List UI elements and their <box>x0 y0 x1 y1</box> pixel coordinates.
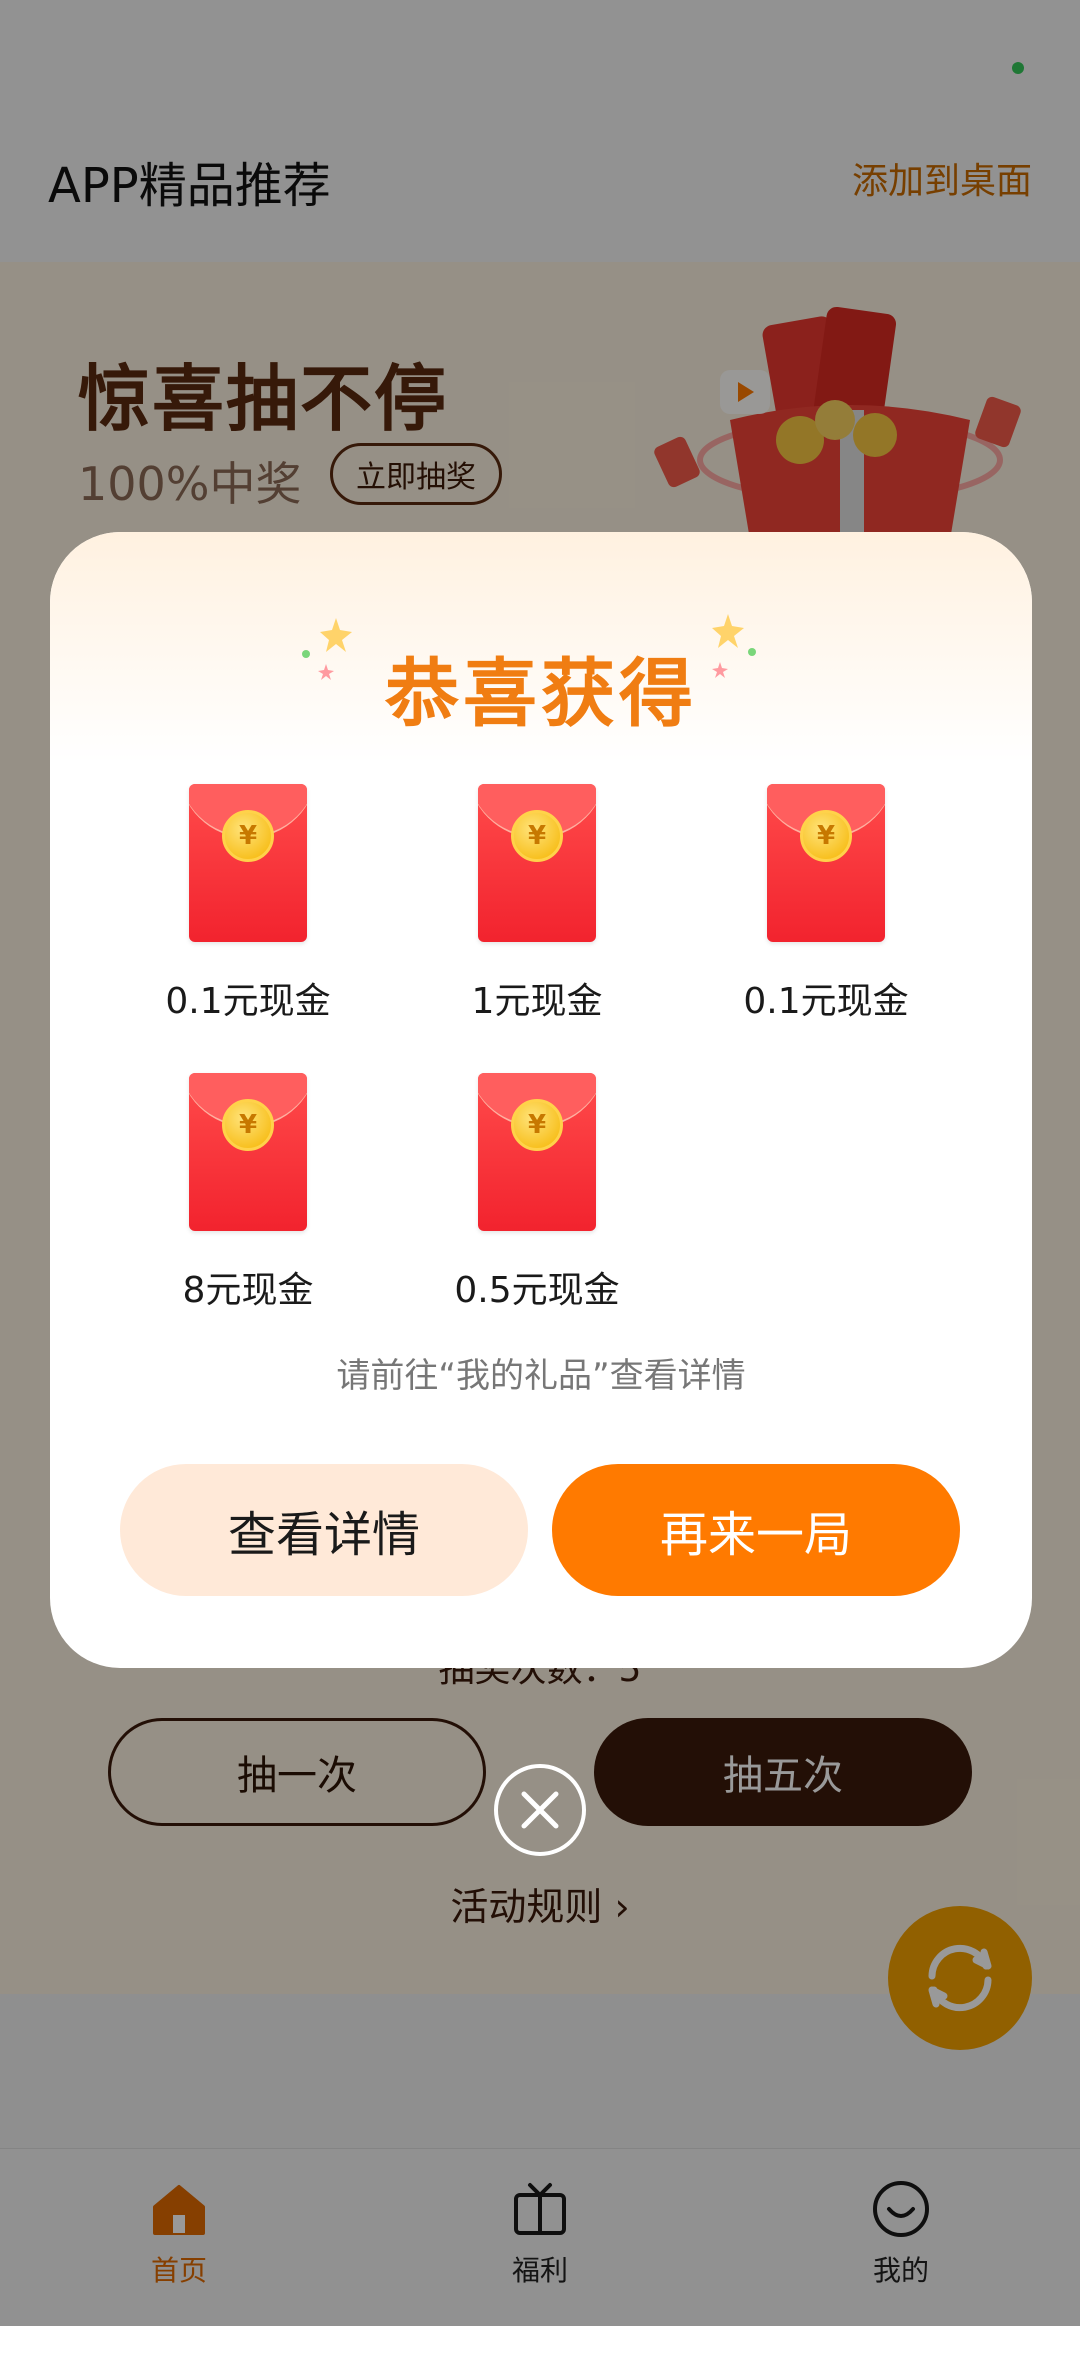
prize-label: 0.1元现金 <box>743 981 909 1022</box>
coin-icon: ¥ <box>800 810 852 862</box>
prize-item: ¥ 0.1元现金 <box>696 784 956 1024</box>
coin-icon: ¥ <box>511 1099 563 1151</box>
prize-item: ¥ 0.5元现金 <box>407 1073 667 1313</box>
coin-icon: ¥ <box>511 810 563 862</box>
coin-icon: ¥ <box>222 810 274 862</box>
prize-label: 0.5元现金 <box>454 1270 620 1311</box>
red-envelope-icon: ¥ <box>189 784 307 942</box>
prize-label: 0.1元现金 <box>165 981 331 1022</box>
prize-label: 8元现金 <box>182 1270 314 1311</box>
red-envelope-icon: ¥ <box>478 1073 596 1231</box>
home-indicator-area <box>0 2326 1080 2374</box>
prize-item: ¥ 1元现金 <box>407 784 667 1024</box>
dialog-title: 恭喜获得 <box>385 651 697 737</box>
close-dialog-button[interactable] <box>494 1764 586 1856</box>
prize-result-dialog: 恭喜获得 ¥ 0.1元现金 ¥ 1元现金 ¥ 0.1元现金 ¥ 8元现金 ¥ 0… <box>50 532 1032 1668</box>
prize-label: 1元现金 <box>471 981 603 1022</box>
red-envelope-icon: ¥ <box>478 784 596 942</box>
prize-item: ¥ 0.1元现金 <box>118 784 378 1024</box>
close-icon <box>521 1791 559 1829</box>
red-envelope-icon: ¥ <box>189 1073 307 1231</box>
coin-icon: ¥ <box>222 1099 274 1151</box>
gift-hint-text: 请前往“我的礼品”查看详情 <box>336 1356 746 1396</box>
play-again-button[interactable]: 再来一局 <box>552 1464 960 1596</box>
view-details-button[interactable]: 查看详情 <box>120 1464 528 1596</box>
prize-item: ¥ 8元现金 <box>118 1073 378 1313</box>
red-envelope-icon: ¥ <box>767 784 885 942</box>
